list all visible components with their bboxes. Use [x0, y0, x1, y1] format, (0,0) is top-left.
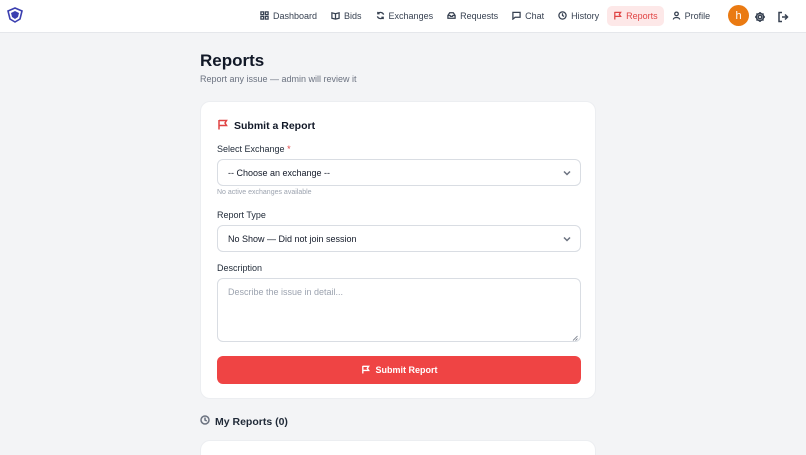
page-subtitle: Report any issue — admin will review it [200, 74, 357, 84]
chevron-down-icon [563, 169, 571, 177]
exchange-label: Select Exchange * [217, 144, 291, 154]
main-nav: Dashboard Bids Exchanges Requests Chat H… [254, 6, 718, 26]
page-title: Reports [200, 51, 265, 70]
required-mark: * [287, 144, 291, 154]
nav-item-bids[interactable]: Bids [325, 6, 368, 26]
card-header: Submit a Report [217, 119, 315, 133]
logout-icon[interactable] [777, 10, 789, 23]
app-logo-icon[interactable] [6, 7, 24, 23]
nav-item-label: Requests [460, 11, 499, 21]
nav-item-chat[interactable]: Chat [506, 6, 550, 26]
exchange-label-text: Select Exchange [217, 144, 285, 154]
submit-button-label: Submit Report [375, 365, 438, 375]
flag-icon [217, 119, 228, 133]
submit-report-button[interactable]: Submit Report [217, 356, 581, 384]
flag-icon [613, 11, 622, 22]
report-type-select[interactable]: No Show — Did not join session [217, 225, 581, 252]
exchange-select-value: -- Choose an exchange -- [228, 167, 331, 178]
nav-item-label: Dashboard [273, 11, 318, 21]
settings-gear-icon[interactable] [754, 10, 766, 22]
nav-item-dashboard[interactable]: Dashboard [254, 6, 323, 26]
user-icon [672, 10, 681, 22]
my-reports-heading: My Reports (0) [200, 415, 288, 428]
nav-item-reports[interactable]: Reports [607, 6, 664, 26]
flag-icon [361, 365, 370, 376]
clock-icon [558, 10, 567, 22]
description-placeholder: Describe the issue in detail... [228, 287, 344, 297]
exchange-select[interactable]: -- Choose an exchange -- [217, 159, 581, 186]
nav-item-label: Chat [525, 11, 545, 21]
inbox-icon [447, 11, 456, 22]
submit-report-card: Submit a Report Select Exchange * -- Cho… [200, 101, 596, 399]
report-type-label: Report Type [217, 210, 266, 220]
nav-item-label: Reports [626, 11, 658, 21]
nav-item-profile[interactable]: Profile [666, 6, 717, 26]
nav-item-label: Profile [684, 11, 711, 21]
card-title: Submit a Report [234, 120, 316, 132]
nav-item-history[interactable]: History [552, 6, 605, 26]
nav-item-label: Bids [344, 11, 362, 21]
chevron-down-icon [563, 235, 571, 243]
my-reports-card [200, 440, 596, 455]
exchange-hint: No active exchanges available [217, 189, 312, 196]
refresh-icon [376, 11, 385, 22]
book-icon [331, 11, 340, 22]
clock-icon [200, 415, 210, 428]
my-reports-title: My Reports (0) [215, 415, 288, 428]
description-label: Description [217, 263, 263, 273]
nav-item-label: History [571, 11, 600, 21]
resize-handle-icon[interactable] [572, 333, 578, 341]
nav-item-exchanges[interactable]: Exchanges [370, 6, 440, 26]
report-type-value: No Show — Did not join session [228, 233, 357, 244]
nav-item-requests[interactable]: Requests [441, 6, 504, 26]
chat-icon [512, 11, 521, 22]
avatar[interactable]: h [728, 5, 749, 26]
top-navbar: Dashboard Bids Exchanges Requests Chat H… [0, 0, 806, 33]
nav-item-label: Exchanges [388, 11, 434, 21]
grid-icon [260, 10, 269, 22]
description-textarea[interactable]: Describe the issue in detail... [217, 278, 581, 342]
